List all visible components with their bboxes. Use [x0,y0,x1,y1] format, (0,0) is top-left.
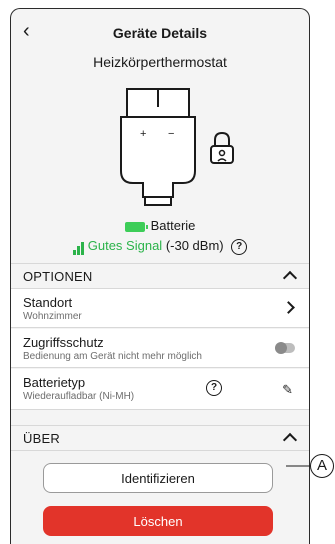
signal-quality: Gutes Signal [87,238,163,253]
child-lock-icon [210,131,234,164]
battery-type-help-icon[interactable]: ? [206,380,222,396]
section-about-header[interactable]: ÜBER [11,425,309,451]
option-row-location[interactable]: Standort Wohnzimmer [11,289,309,328]
location-title: Standort [23,295,73,310]
signal-value: (-30 dBm) [165,238,224,253]
app-header: ‹ Geräte Details [11,9,309,57]
phone-screen: ‹ Geräte Details Heizkörperthermostat + … [10,8,310,544]
device-type-label: Heizkörperthermostat [93,54,227,70]
location-value: Wohnzimmer [23,311,82,322]
minus-symbol: − [168,128,174,140]
callout-line [286,465,310,467]
section-about-label: ÜBER [23,431,60,446]
delete-button[interactable]: Löschen [43,506,273,536]
device-illustration: + − [11,79,309,209]
access-protection-desc: Bedienung am Gerät nicht mehr möglich [23,351,202,362]
battery-status: Batterie [11,218,309,233]
chevron-up-icon[interactable] [282,432,298,448]
access-protection-toggle[interactable] [275,342,295,354]
pencil-edit-icon[interactable]: ✎ [282,382,293,398]
battery-icon [124,221,148,232]
chevron-up-icon[interactable] [282,270,298,286]
chevron-right-icon[interactable] [282,301,295,314]
battery-label: Batterie [150,218,196,233]
page-title: Geräte Details [112,25,208,41]
plus-symbol: + [140,128,146,140]
option-row-access-protection: Zugriffsschutz Bedienung am Gerät nicht … [11,329,309,368]
signal-help-icon[interactable]: ? [231,238,248,255]
signal-bars-icon [72,240,85,255]
section-options-label: OPTIONEN [23,269,93,284]
access-protection-title: Zugriffsschutz [23,335,104,350]
battery-type-value: Wiederaufladbar (Ni-MH) [23,391,135,402]
signal-status: Gutes Signal (-30 dBm) ? [11,238,309,255]
thermostat-icon: + − [120,88,234,206]
section-options-header[interactable]: OPTIONEN [11,263,309,289]
option-row-battery-type[interactable]: Batterietyp Wiederaufladbar (Ni-MH) ? ✎ [11,369,309,410]
annotation-marker: A [310,454,334,478]
identify-button[interactable]: Identifizieren [43,463,273,493]
battery-type-title: Batterietyp [23,375,86,390]
